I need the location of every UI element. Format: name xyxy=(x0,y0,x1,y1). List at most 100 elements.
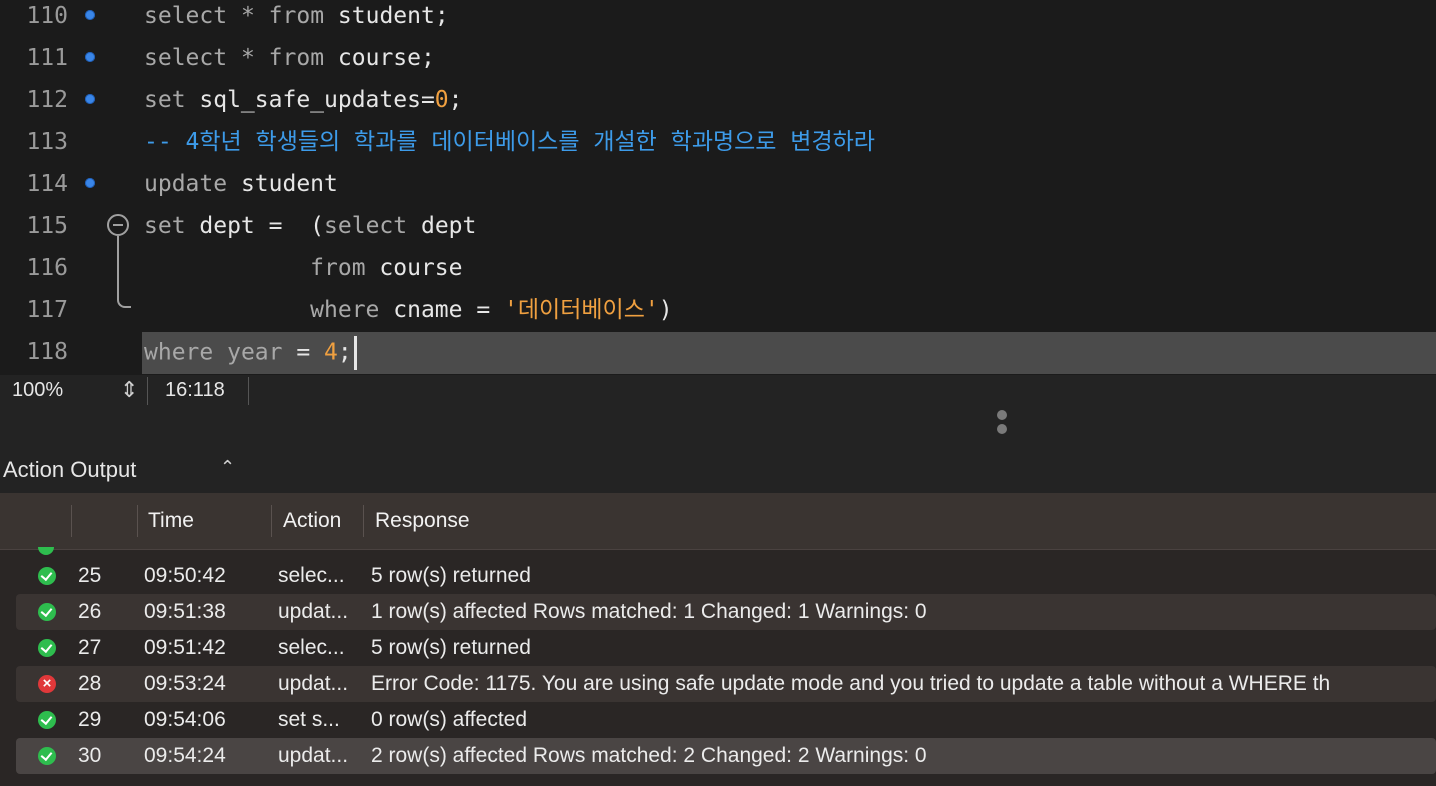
cell-id: 25 xyxy=(78,564,102,587)
code-token: ) xyxy=(658,297,673,323)
output-header: Action Output ⌃ xyxy=(0,449,1436,493)
code-token: = xyxy=(282,339,325,366)
line-number: 117 xyxy=(26,297,68,323)
code-text: select * from course; xyxy=(144,42,435,74)
success-status-icon xyxy=(38,639,56,657)
code-text: where cname = '데이터베이스') xyxy=(144,294,673,326)
code-text: from course xyxy=(144,252,462,284)
zoom-stepper-icon[interactable]: ⇕ xyxy=(120,377,138,403)
code-token: set xyxy=(144,213,186,239)
output-selector-chevron-icon[interactable]: ⌃ xyxy=(220,457,235,478)
code-token: ; xyxy=(337,339,352,366)
sql-editor[interactable]: 110 select * from student; 111 select * fro… xyxy=(0,0,1436,375)
code-token: year xyxy=(227,339,283,366)
code-line[interactable]: 116 from course xyxy=(0,252,1436,294)
table-row[interactable]: 26 09:51:38 updat... 1 row(s) affected Rows… xyxy=(16,594,1436,630)
code-line[interactable]: 118 where year = 4; xyxy=(0,332,1436,378)
code-token: * xyxy=(240,3,255,29)
cell-response: 2 row(s) affected Rows matched: 2 Change… xyxy=(371,744,927,767)
cell-id: 26 xyxy=(78,600,102,623)
error-status-icon: × xyxy=(38,675,56,693)
code-token: dept xyxy=(407,213,477,239)
code-token: from xyxy=(310,255,366,281)
cell-action: updat... xyxy=(278,600,349,623)
cell-id: 27 xyxy=(78,636,102,659)
code-text: set sql_safe_updates=0; xyxy=(144,84,463,116)
column-divider[interactable] xyxy=(137,505,138,537)
table-row[interactable]: 30 09:54:24 updat... 2 row(s) affected Rows… xyxy=(16,738,1436,774)
code-token: from xyxy=(268,45,325,71)
code-token: set xyxy=(144,87,186,113)
code-token: sql_safe_updates= xyxy=(185,87,435,113)
success-status-icon xyxy=(38,603,56,621)
cell-response: 5 row(s) returned xyxy=(371,636,531,659)
editor-statusbar: 100% ⇕ 16:118 xyxy=(0,375,1436,407)
column-divider[interactable] xyxy=(271,505,272,537)
partial-row-icon xyxy=(38,547,54,555)
cell-action: set s... xyxy=(278,708,340,731)
cell-response: 5 row(s) returned xyxy=(371,564,531,587)
code-token: where xyxy=(144,339,214,366)
code-line[interactable]: 113 -- 4학년 학생들의 학과를 데이터베이스를 개설한 학과명으로 변경하… xyxy=(0,126,1436,168)
column-header-response[interactable]: Response xyxy=(375,509,470,533)
code-token: dept = ( xyxy=(185,213,325,239)
code-token: select xyxy=(324,213,408,239)
statement-marker-icon[interactable] xyxy=(85,178,95,188)
code-line[interactable]: 117 where cname = '데이터베이스') xyxy=(0,294,1436,336)
success-status-icon xyxy=(38,711,56,729)
splitter-handle-icon[interactable] xyxy=(997,410,1009,442)
divider xyxy=(248,377,249,405)
code-token: course; xyxy=(324,45,435,71)
column-header-time[interactable]: Time xyxy=(148,509,194,533)
cell-action: updat... xyxy=(278,744,349,767)
line-number: 118 xyxy=(26,339,68,365)
table-row[interactable]: 29 09:54:06 set s... 0 row(s) affected xyxy=(16,702,1436,738)
code-token: from xyxy=(268,3,325,29)
line-number: 114 xyxy=(26,171,68,197)
line-number: 112 xyxy=(26,87,68,113)
line-number: 111 xyxy=(26,45,68,71)
statement-marker-icon[interactable] xyxy=(85,94,95,104)
output-title: Action Output xyxy=(3,457,137,482)
text-caret xyxy=(353,336,357,370)
cell-response: Error Code: 1175. You are using safe upd… xyxy=(371,672,1331,695)
code-token: cname = xyxy=(379,297,505,323)
code-token: select xyxy=(144,3,228,29)
cell-time: 09:51:42 xyxy=(144,636,226,659)
column-divider[interactable] xyxy=(71,505,72,537)
cursor-position: 16:118 xyxy=(165,379,225,401)
cell-action: selec... xyxy=(278,564,345,587)
table-row[interactable]: 27 09:51:42 selec... 5 row(s) returned xyxy=(16,630,1436,666)
code-line[interactable]: 112 set sql_safe_updates=0; xyxy=(0,84,1436,126)
column-header-action[interactable]: Action xyxy=(283,509,341,533)
line-number: 116 xyxy=(26,255,68,281)
cell-action: selec... xyxy=(278,636,345,659)
code-line[interactable]: 115 set dept = (select dept xyxy=(0,210,1436,252)
code-line[interactable]: 110 select * from student; xyxy=(0,0,1436,42)
zoom-level[interactable]: 100% xyxy=(12,379,63,402)
statement-marker-icon[interactable] xyxy=(85,10,95,20)
table-row[interactable]: 25 09:50:42 selec... 5 row(s) returned xyxy=(16,558,1436,594)
line-number: 115 xyxy=(26,213,68,239)
column-divider[interactable] xyxy=(363,505,364,537)
fold-toggle-icon[interactable] xyxy=(107,214,129,236)
line-number: 110 xyxy=(26,3,68,29)
line-number: 113 xyxy=(26,129,68,155)
table-row[interactable]: × 28 09:53:24 updat... Error Code: 1175. You… xyxy=(16,666,1436,702)
success-status-icon xyxy=(38,567,56,585)
code-token: 0 xyxy=(434,87,449,113)
code-line[interactable]: 111 select * from course; xyxy=(0,42,1436,84)
cell-response: 0 row(s) affected xyxy=(371,708,528,731)
code-token: select xyxy=(144,45,228,71)
divider xyxy=(147,377,148,405)
code-line[interactable]: 114 update student xyxy=(0,168,1436,210)
statement-marker-icon[interactable] xyxy=(85,52,95,62)
cell-time: 09:51:38 xyxy=(144,600,226,623)
cell-id: 28 xyxy=(78,672,102,695)
code-token: * xyxy=(240,45,255,71)
action-output-table: Time Action Response 25 09:50:42 selec... 5… xyxy=(0,493,1436,786)
